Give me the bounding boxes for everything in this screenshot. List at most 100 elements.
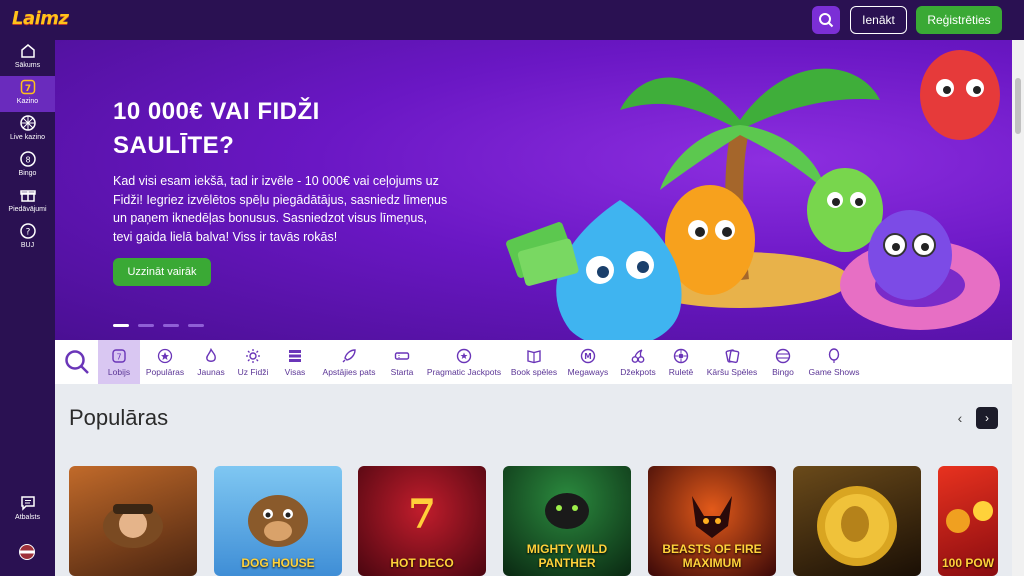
svg-text:7: 7 [24, 84, 30, 94]
tab-jackpot[interactable]: Džekpots [617, 340, 659, 384]
game-card[interactable]: MIGHTY WILD PANTHER [503, 466, 631, 576]
category-search-button[interactable] [61, 344, 93, 380]
svg-text:?: ? [25, 228, 30, 238]
roulette-icon [19, 115, 36, 131]
sidebar-item-label: Sākums [14, 62, 41, 69]
scrollbar-thumb[interactable] [1015, 78, 1021, 134]
carousel-dot[interactable] [138, 324, 154, 327]
tab-label: Kāršu Spēles [706, 366, 758, 377]
hero-banner[interactable]: 10 000€ VAI FIDŽI SAULĪTE? Kad visi esam… [55, 40, 1012, 340]
tab-stop-yourself[interactable]: Apstājies pats [319, 340, 379, 384]
carousel-dots [113, 324, 204, 327]
tab-label: Džekpots [620, 366, 656, 377]
search-icon [819, 13, 834, 28]
tab-label: Jaunas [197, 366, 225, 377]
support-button[interactable]: Atbalsts [0, 492, 55, 528]
sidebar-item-home[interactable]: Sākums [0, 40, 55, 76]
game-title: DOG HOUSE [241, 556, 315, 570]
megaways-icon: M [580, 348, 596, 363]
game-card[interactable] [69, 466, 197, 576]
game-title: HOT DECO [390, 556, 454, 570]
carousel-dot[interactable] [163, 324, 179, 327]
hero-cta-button[interactable]: Uzzināt vairāk [113, 258, 211, 286]
lobby-icon: 7 [112, 348, 126, 363]
carousel-prev-button[interactable]: ‹ [950, 407, 970, 429]
game-card[interactable]: BEASTS OF FIRE MAXIMUM [648, 466, 776, 576]
sidebar-item-label: BUJ [20, 242, 35, 249]
svg-text:8: 8 [25, 156, 30, 165]
carousel-dot[interactable] [188, 324, 204, 327]
tab-megaways[interactable]: M Megaways [565, 340, 611, 384]
tab-label: Ruletē [668, 366, 694, 377]
jackpot-icon [456, 348, 472, 363]
tab-pragmatic-jackpots[interactable]: Pragmatic Jackpots [425, 340, 503, 384]
game-thumbnail [103, 504, 163, 548]
top-bar: Laimz Ienākt Reģistrēties [0, 0, 1024, 40]
game-card[interactable]: 100 POW [938, 466, 998, 576]
category-bar: 7 Lobijs Populāras Jaunas Uz Fidži Visas… [55, 340, 1012, 384]
stack-icon [289, 349, 301, 362]
tab-label: Visas [284, 366, 306, 377]
sidebar-item-casino[interactable]: 7 Kazino [0, 76, 55, 112]
balloon-icon [828, 347, 840, 363]
sidebar-item-label: Piedāvājumi [8, 206, 47, 213]
gift-icon [19, 190, 36, 202]
svg-text:7: 7 [408, 491, 436, 538]
language-flag-icon[interactable] [19, 544, 35, 560]
tab-label: Book spēles [510, 366, 558, 377]
bingo-ball-icon: 8 [19, 151, 36, 167]
carousel-dot[interactable] [113, 324, 129, 327]
hero-illustration [506, 50, 1000, 340]
sidebar-item-faq[interactable]: ? BUJ [0, 220, 55, 256]
search-button[interactable] [812, 6, 840, 34]
help-icon: ? [19, 223, 36, 239]
tab-lobby[interactable]: 7 Lobijs [98, 340, 140, 384]
carousel-next-button[interactable]: › [976, 407, 998, 429]
game-card[interactable]: 7 HOT DECO [358, 466, 486, 576]
search-icon [65, 350, 89, 374]
game-title: MIGHTY WILD PANTHER [526, 542, 608, 570]
sidebar-item-label: Bingo [18, 170, 37, 177]
flame-icon [206, 347, 216, 362]
game-card[interactable] [793, 466, 921, 576]
tab-label: Pragmatic Jackpots [426, 366, 502, 377]
svg-text:7: 7 [116, 352, 121, 361]
tab-label: Game Shows [808, 366, 860, 377]
tab-card-games[interactable]: Kāršu Spēles [705, 340, 759, 384]
sidebar-item-label: Live kazino [9, 134, 46, 141]
tab-all[interactable]: Visas [277, 340, 313, 384]
sidebar-item-bingo[interactable]: 8 Bingo [0, 148, 55, 184]
tab-label: Apstājies pats [322, 366, 376, 377]
book-icon [527, 349, 541, 363]
tab-popular[interactable]: Populāras [142, 340, 188, 384]
game-card[interactable]: DOG HOUSE [214, 466, 342, 576]
sidebar-item-live-casino[interactable]: Live kazino [0, 112, 55, 148]
rocket-icon [342, 348, 356, 362]
tab-book-games[interactable]: Book spēles [509, 340, 559, 384]
tab-label: Bingo [772, 366, 794, 377]
section-title: Populāras [69, 405, 169, 430]
page-scrollbar[interactable] [1012, 40, 1024, 576]
sidebar-item-label: Kazino [16, 98, 39, 105]
tab-label: Megaways [567, 366, 609, 377]
sidebar-item-offers[interactable]: Piedāvājumi [0, 184, 55, 220]
star-icon [157, 348, 173, 363]
slot-icon: 7 [20, 79, 35, 95]
register-button[interactable]: Reģistrēties [916, 6, 1002, 34]
hero-text: Kad visi esam iekšā, tad ir izvēle - 10 … [113, 174, 448, 244]
game-title: BEASTS OF FIRE MAXIMUM [662, 542, 762, 570]
sun-icon [246, 348, 260, 363]
login-button[interactable]: Ienākt [850, 6, 907, 34]
tab-new[interactable]: Jaunas [191, 340, 231, 384]
support-label: Atbalsts [15, 514, 40, 521]
tab-bingo[interactable]: Bingo [765, 340, 801, 384]
tab-roulette[interactable]: Ruletē [663, 340, 699, 384]
logo[interactable]: Laimz [12, 8, 69, 29]
roulette-icon [673, 348, 689, 363]
tab-to-fiji[interactable]: Uz Fidži [233, 340, 273, 384]
svg-text:M: M [584, 352, 591, 361]
tab-starter[interactable]: Starta [385, 340, 419, 384]
tab-label: Uz Fidži [237, 366, 269, 377]
cards-icon [725, 348, 740, 363]
tab-game-shows[interactable]: Game Shows [807, 340, 861, 384]
